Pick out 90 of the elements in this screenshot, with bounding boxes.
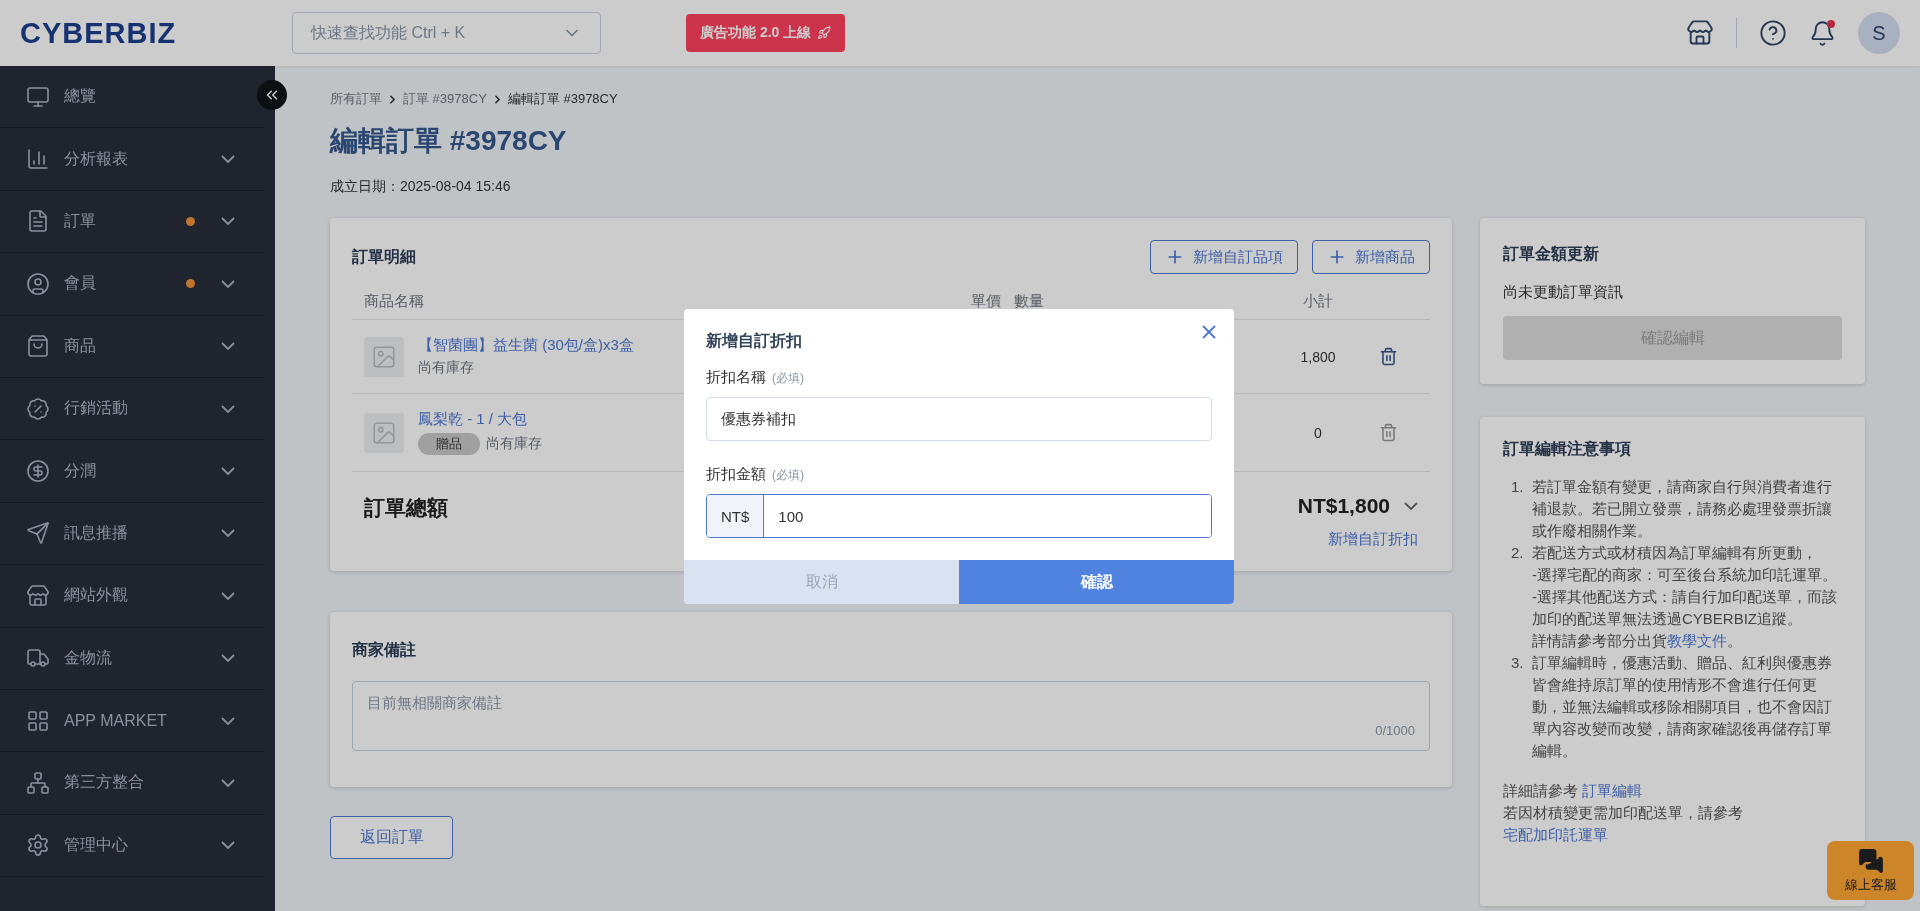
- chat-icon: [1857, 847, 1884, 874]
- column-header: 商品名稱: [364, 291, 425, 311]
- note-text: 訂單編輯時，優惠活動、贈品、紅利與優惠券皆會維持原訂單的使用情形不會進行任何更動，並無法編輯或移除相關項目，也不會因訂單內容改變而改變，請商家確認後再儲存訂單編輯。: [1532, 653, 1833, 761]
- stock-status: 尚有庫存: [418, 359, 474, 377]
- subtotal-cell-text: 0: [1313, 424, 1323, 441]
- sidebar-item[interactable]: 第三方整合: [0, 752, 265, 815]
- note-text: -選擇其他配送方式：請自行加印配送單，而該加印的配送單無法透過CYBERBIZ追蹤。: [1532, 587, 1838, 629]
- sidebar-item[interactable]: 管理中心: [0, 814, 265, 878]
- sidebar-item[interactable]: 訂單: [0, 190, 265, 254]
- product-link[interactable]: 鳳梨乾 - 1 / 大包: [418, 410, 542, 429]
- doc-link[interactable]: 教學文件: [1667, 632, 1727, 649]
- list-number: 1.: [1511, 477, 1525, 497]
- dollar-icon: [26, 459, 50, 484]
- status-text: 尚未更動訂單資訊: [1503, 283, 1624, 302]
- amount-field[interactable]: NT$ 100: [706, 494, 1212, 538]
- add-button[interactable]: 新增商品: [1312, 240, 1430, 274]
- promo-badge[interactable]: 廣告功能 2.0 上線: [686, 14, 846, 52]
- rocket-icon: [817, 26, 832, 40]
- image-icon: [371, 343, 397, 370]
- card-title: 訂單明細: [352, 246, 416, 267]
- settings-icon: [26, 833, 50, 858]
- add-button[interactable]: 新增自訂品項: [1150, 240, 1298, 274]
- sidebar-item[interactable]: 金物流: [0, 627, 265, 690]
- sidebar-item[interactable]: 訊息推播: [0, 502, 265, 566]
- note-text: 詳細請參考 訂單編輯: [1503, 781, 1644, 801]
- note-text: 若訂單金額有變更，請商家自行與消費者進行補退款。若已開立發票，請務必處理發票折讓或作廢相關作業。: [1532, 477, 1833, 541]
- sidebar-item[interactable]: 行銷活動: [0, 377, 265, 441]
- sidebar-item[interactable]: 商品: [0, 315, 265, 378]
- image-icon: [371, 419, 397, 446]
- notification-bell-icon[interactable]: [1809, 19, 1836, 47]
- monitor-icon: [26, 84, 50, 109]
- trash-icon[interactable]: [1378, 347, 1398, 366]
- help-icon[interactable]: [1759, 19, 1787, 47]
- sidebar-item[interactable]: APP MARKET: [0, 689, 265, 753]
- chevron-down-icon: [1404, 502, 1418, 510]
- sidebar-item[interactable]: 會員: [0, 253, 265, 316]
- total-label: 訂單總額: [364, 495, 448, 521]
- note-text: 若配送方式或材積因為訂單編輯有所更動，: [1532, 543, 1818, 563]
- column-header: 小計: [1302, 291, 1334, 311]
- field-label: 折扣金額: [706, 465, 766, 484]
- list-number: 2.: [1511, 543, 1525, 563]
- sidebar-item[interactable]: 分潤: [0, 440, 265, 503]
- list-number: 3.: [1511, 653, 1525, 673]
- dialog-title: 新增自訂折扣: [706, 331, 803, 351]
- search-field[interactable]: 快速查找功能 Ctrl + K: [292, 12, 601, 54]
- product-link[interactable]: 【智菌團】益生菌 (30包/盒)x3盒: [418, 336, 634, 355]
- page-title: 編輯訂單 #3978CY: [330, 124, 568, 158]
- doc-link[interactable]: 宅配加印託運單: [1503, 826, 1608, 843]
- trash-icon[interactable]: [1378, 423, 1398, 442]
- shopping-bag-icon: [26, 334, 50, 359]
- column-header: 數量: [1014, 291, 1045, 311]
- back-button[interactable]: 返回訂單: [330, 816, 453, 859]
- user-avatar[interactable]: S: [1858, 12, 1900, 54]
- required-hint: (必填): [772, 467, 804, 484]
- column-header: 單價: [971, 291, 1002, 311]
- grid-icon: [26, 708, 50, 733]
- total-amount: NT$1,800: [1297, 494, 1390, 518]
- collapse-sidebar-button[interactable]: [257, 80, 287, 110]
- subtotal-cell-text: 1,800: [1299, 348, 1337, 365]
- input-field[interactable]: 優惠券補扣: [706, 397, 1212, 441]
- note-text: -選擇宅配的商家：可至後台系統加印託運單。: [1532, 565, 1838, 585]
- created-date: 成立日期：2025-08-04 15:46: [330, 178, 512, 196]
- gift-tag: 贈品: [418, 433, 480, 455]
- logo[interactable]: CYBERBIZ: [20, 16, 292, 50]
- breadcrumb-item[interactable]: 所有訂單: [330, 90, 382, 108]
- network-icon: [26, 771, 50, 795]
- card-title: 訂單編輯注意事項: [1503, 439, 1632, 459]
- document-icon: [26, 209, 50, 234]
- stock-status: 尚有庫存: [486, 435, 542, 453]
- store-icon: [26, 583, 50, 608]
- store-icon[interactable]: [1686, 19, 1714, 47]
- note-textarea[interactable]: 目前無相關商家備註 0/1000: [352, 681, 1430, 751]
- note-text: 若因材積變更需加印配送單，請參考 宅配加印託運單: [1503, 803, 1744, 845]
- add-discount-link[interactable]: 新增自訂折扣: [1328, 530, 1418, 549]
- chat-button[interactable]: 線上客服: [1827, 841, 1914, 900]
- sidebar-item[interactable]: 分析報表: [0, 128, 265, 191]
- breadcrumb-item: 編輯訂單 #3978CY: [507, 90, 618, 108]
- send-icon: [26, 521, 50, 546]
- bar-chart-icon: [26, 147, 50, 172]
- user-icon: [26, 271, 50, 296]
- field-label: 折扣名稱: [706, 368, 766, 387]
- note-text: 詳情請參考部分出貨教學文件。: [1532, 631, 1743, 651]
- required-hint: (必填): [772, 370, 804, 387]
- card-title: 訂單金額更新: [1503, 244, 1600, 264]
- percent-badge-icon: [26, 396, 50, 421]
- doc-link[interactable]: 訂單編輯: [1582, 782, 1643, 799]
- card-title: 商家備註: [352, 640, 417, 660]
- sidebar-item[interactable]: 網站外觀: [0, 565, 265, 628]
- breadcrumb-item[interactable]: 訂單 #3978CY: [403, 90, 487, 108]
- confirm-button[interactable]: 確認: [959, 560, 1234, 604]
